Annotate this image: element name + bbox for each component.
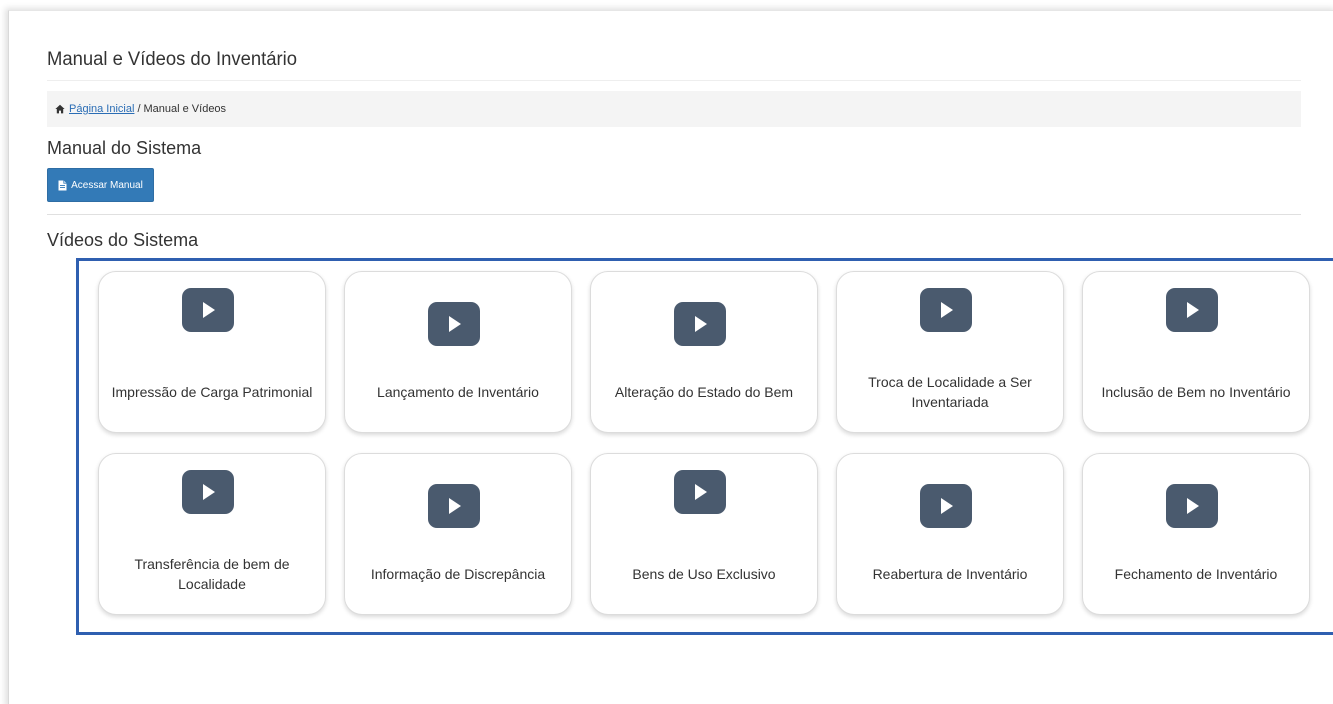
breadcrumb-home-link[interactable]: Página Inicial <box>69 103 134 115</box>
video-title: Inclusão de Bem no Inventário <box>1101 383 1291 400</box>
play-icon[interactable] <box>181 287 235 333</box>
play-icon[interactable] <box>673 469 727 515</box>
video-title: Troca de Localidade a Ser Inventariada <box>868 373 1032 410</box>
breadcrumb: Página Inicial / Manual e Vídeos <box>47 91 1301 127</box>
home-icon <box>55 104 65 114</box>
video-card[interactable]: Impressão de Carga Patrimonial <box>98 271 326 433</box>
videos-section-title: Vídeos do Sistema <box>47 230 199 250</box>
play-icon[interactable] <box>427 301 481 347</box>
video-card[interactable]: Lançamento de Inventário <box>344 271 572 433</box>
page-frame: Manual e Vídeos do Inventário Página Ini… <box>8 10 1333 704</box>
video-card[interactable]: Reabertura de Inventário <box>836 453 1064 615</box>
video-card[interactable]: Alteração do Estado do Bem <box>590 271 818 433</box>
play-icon[interactable] <box>427 483 481 529</box>
video-title: Alteração do Estado do Bem <box>614 383 794 400</box>
video-title: Fechamento de Inventário <box>1114 565 1278 582</box>
video-card[interactable]: Inclusão de Bem no Inventário <box>1082 271 1310 433</box>
play-icon[interactable] <box>919 483 973 529</box>
page-title: Manual e Vídeos do Inventário <box>47 49 298 70</box>
play-icon[interactable] <box>919 287 973 333</box>
video-card[interactable]: Informação de Discrepância <box>344 453 572 615</box>
video-title: Impressão de Carga Patrimonial <box>111 383 313 400</box>
video-title: Lançamento de Inventário <box>377 383 539 400</box>
video-title: Transferência de bem de Localidade <box>134 555 290 592</box>
video-card[interactable]: Troca de Localidade a Ser Inventariada <box>836 271 1064 433</box>
play-icon[interactable] <box>1165 483 1219 529</box>
play-icon[interactable] <box>1165 287 1219 333</box>
video-title: Informação de Discrepância <box>370 565 546 582</box>
access-manual-button[interactable]: Acessar Manual <box>47 168 154 202</box>
manual-section-title: Manual do Sistema <box>47 138 202 158</box>
play-icon[interactable] <box>673 301 727 347</box>
video-title: Reabertura de Inventário <box>872 565 1028 582</box>
breadcrumb-current: Manual e Vídeos <box>143 103 227 115</box>
section-divider <box>47 214 1301 215</box>
play-icon[interactable] <box>181 469 235 515</box>
title-divider <box>47 80 1301 81</box>
breadcrumb-separator: / <box>137 103 141 115</box>
video-card[interactable]: Transferência de bem de Localidade <box>98 453 326 615</box>
video-card[interactable]: Bens de Uso Exclusivo <box>590 453 818 615</box>
access-manual-label: Acessar Manual <box>71 179 143 191</box>
document-icon <box>58 180 67 190</box>
videos-container: Impressão de Carga Patrimonial Lançamento… <box>76 258 1333 635</box>
video-title: Bens de Uso Exclusivo <box>632 565 776 582</box>
video-card[interactable]: Fechamento de Inventário <box>1082 453 1310 615</box>
